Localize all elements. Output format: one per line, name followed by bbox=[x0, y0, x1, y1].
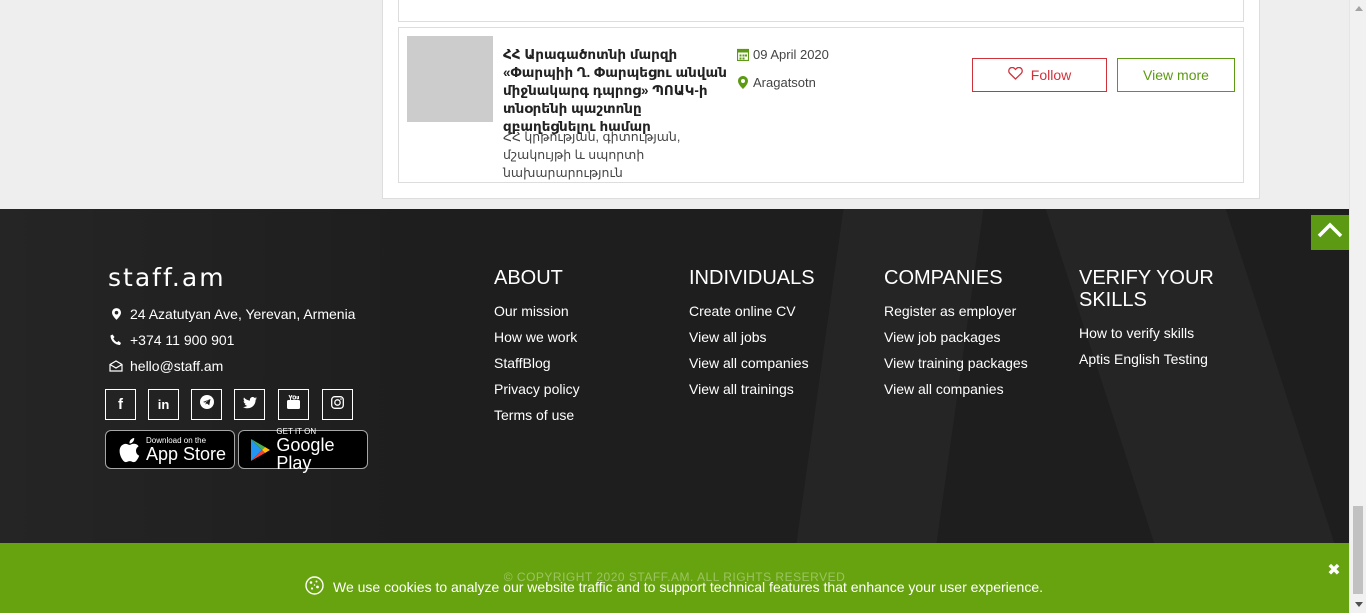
footer-link-view-trainings[interactable]: View all trainings bbox=[689, 381, 794, 397]
twitter-button[interactable] bbox=[234, 389, 265, 420]
follow-label: Follow bbox=[1030, 67, 1072, 83]
google-play-icon bbox=[245, 438, 276, 462]
scroll-down-arrow-icon[interactable] bbox=[1350, 596, 1366, 613]
footer-link-register-employer[interactable]: Register as employer bbox=[884, 303, 1016, 319]
instagram-button[interactable] bbox=[322, 389, 353, 420]
staff-logo[interactable]: staff.am bbox=[108, 263, 226, 292]
about-heading: ABOUT bbox=[494, 267, 563, 289]
view-more-button[interactable]: View more bbox=[1117, 58, 1235, 92]
telegram-icon bbox=[199, 395, 214, 414]
app-store-big-text: App Store bbox=[146, 443, 227, 464]
footer-shade bbox=[0, 209, 420, 543]
job-date-text: 09 April 2020 bbox=[753, 47, 829, 62]
footer-link-all-companies[interactable]: View all companies bbox=[884, 381, 1004, 397]
job-card[interactable]: ՀՀ Արագածոտնի մարզի «Փարպիի Ղ. Փարպեցու … bbox=[398, 27, 1244, 183]
calendar-icon bbox=[737, 48, 749, 62]
instagram-icon bbox=[331, 395, 344, 414]
scroll-up-arrow-icon[interactable] bbox=[1350, 0, 1366, 17]
job-organization: ՀՀ կրթության, գիտության, մշակույթի և սպո… bbox=[503, 130, 681, 180]
job-date: 09 April 2020 bbox=[737, 47, 829, 62]
cookie-icon bbox=[305, 576, 324, 598]
facebook-button[interactable]: f bbox=[105, 389, 136, 420]
phone-icon bbox=[105, 334, 127, 346]
envelope-icon bbox=[105, 360, 127, 372]
close-icon[interactable]: ✖ bbox=[1327, 563, 1341, 579]
telegram-button[interactable] bbox=[191, 389, 222, 420]
scrollbar-thumb[interactable] bbox=[1353, 506, 1363, 594]
job-location: Aragatsotn bbox=[737, 75, 816, 90]
location-pin-icon bbox=[737, 76, 749, 90]
job-location-text: Aragatsotn bbox=[753, 75, 816, 90]
company-logo-placeholder bbox=[407, 36, 493, 122]
verify-skills-heading: VERIFY YOUR SKILLS bbox=[1079, 267, 1214, 311]
youtube-button[interactable] bbox=[278, 389, 309, 420]
google-play-big-text: Google Play bbox=[276, 434, 335, 473]
footer-link-how-to-verify[interactable]: How to verify skills bbox=[1079, 325, 1194, 341]
google-play-badge[interactable]: GET IT ON Google Play bbox=[238, 427, 368, 473]
phone-text: +374 11 900 901 bbox=[130, 332, 235, 348]
job-title[interactable]: ՀՀ Արագածոտնի մարզի «Փարպիի Ղ. Փարպեցու … bbox=[503, 46, 735, 136]
footer-shade bbox=[797, 209, 984, 543]
footer-link-our-mission[interactable]: Our mission bbox=[494, 303, 569, 319]
contact-email[interactable]: hello@staff.am bbox=[105, 358, 223, 374]
follow-button[interactable]: Follow bbox=[972, 58, 1107, 92]
footer-link-terms-of-use[interactable]: Terms of use bbox=[494, 407, 574, 423]
app-store-badge[interactable]: Download on the App Store bbox=[105, 430, 235, 469]
apple-icon bbox=[112, 437, 146, 463]
linkedin-icon: in bbox=[157, 397, 170, 412]
location-pin-icon bbox=[105, 308, 127, 320]
cookie-message-text: We use cookies to analyze our website tr… bbox=[333, 579, 1044, 595]
footer-link-view-companies[interactable]: View all companies bbox=[689, 355, 809, 371]
previous-job-card[interactable] bbox=[398, 0, 1244, 22]
contact-address: 24 Azatutyan Ave, Yerevan, Armenia bbox=[105, 306, 355, 322]
footer-link-how-we-work[interactable]: How we work bbox=[494, 329, 577, 345]
contact-phone[interactable]: +374 11 900 901 bbox=[105, 332, 234, 348]
individuals-heading: INDIVIDUALS bbox=[689, 267, 815, 289]
chevron-up-icon bbox=[1317, 222, 1343, 243]
linkedin-button[interactable]: in bbox=[148, 389, 179, 420]
footer-link-training-packages[interactable]: View training packages bbox=[884, 355, 1028, 371]
cookie-banner: © COPYRIGHT 2020 STAFF.AM. ALL RIGHTS RE… bbox=[0, 543, 1349, 613]
footer-link-staffblog[interactable]: StaffBlog bbox=[494, 355, 551, 371]
footer-link-create-cv[interactable]: Create online CV bbox=[689, 303, 796, 319]
address-text: 24 Azatutyan Ave, Yerevan, Armenia bbox=[130, 306, 356, 322]
vertical-scrollbar[interactable] bbox=[1349, 0, 1366, 613]
footer-link-aptis[interactable]: Aptis English Testing bbox=[1079, 351, 1208, 367]
twitter-icon bbox=[242, 396, 257, 414]
facebook-icon: f bbox=[118, 396, 123, 413]
footer-shade bbox=[1046, 209, 1335, 543]
footer: staff.am 24 Azatutyan Ave, Yerevan, Arme… bbox=[0, 209, 1349, 543]
footer-link-view-jobs[interactable]: View all jobs bbox=[689, 329, 767, 345]
email-text: hello@staff.am bbox=[130, 358, 224, 374]
cookie-message: We use cookies to analyze our website tr… bbox=[305, 576, 1043, 598]
youtube-icon bbox=[287, 394, 300, 414]
companies-heading: COMPANIES bbox=[884, 267, 1003, 289]
footer-link-privacy-policy[interactable]: Privacy policy bbox=[494, 381, 580, 397]
footer-link-job-packages[interactable]: View job packages bbox=[884, 329, 1000, 345]
scroll-to-top-button[interactable] bbox=[1311, 215, 1349, 250]
heart-icon bbox=[1007, 66, 1023, 83]
